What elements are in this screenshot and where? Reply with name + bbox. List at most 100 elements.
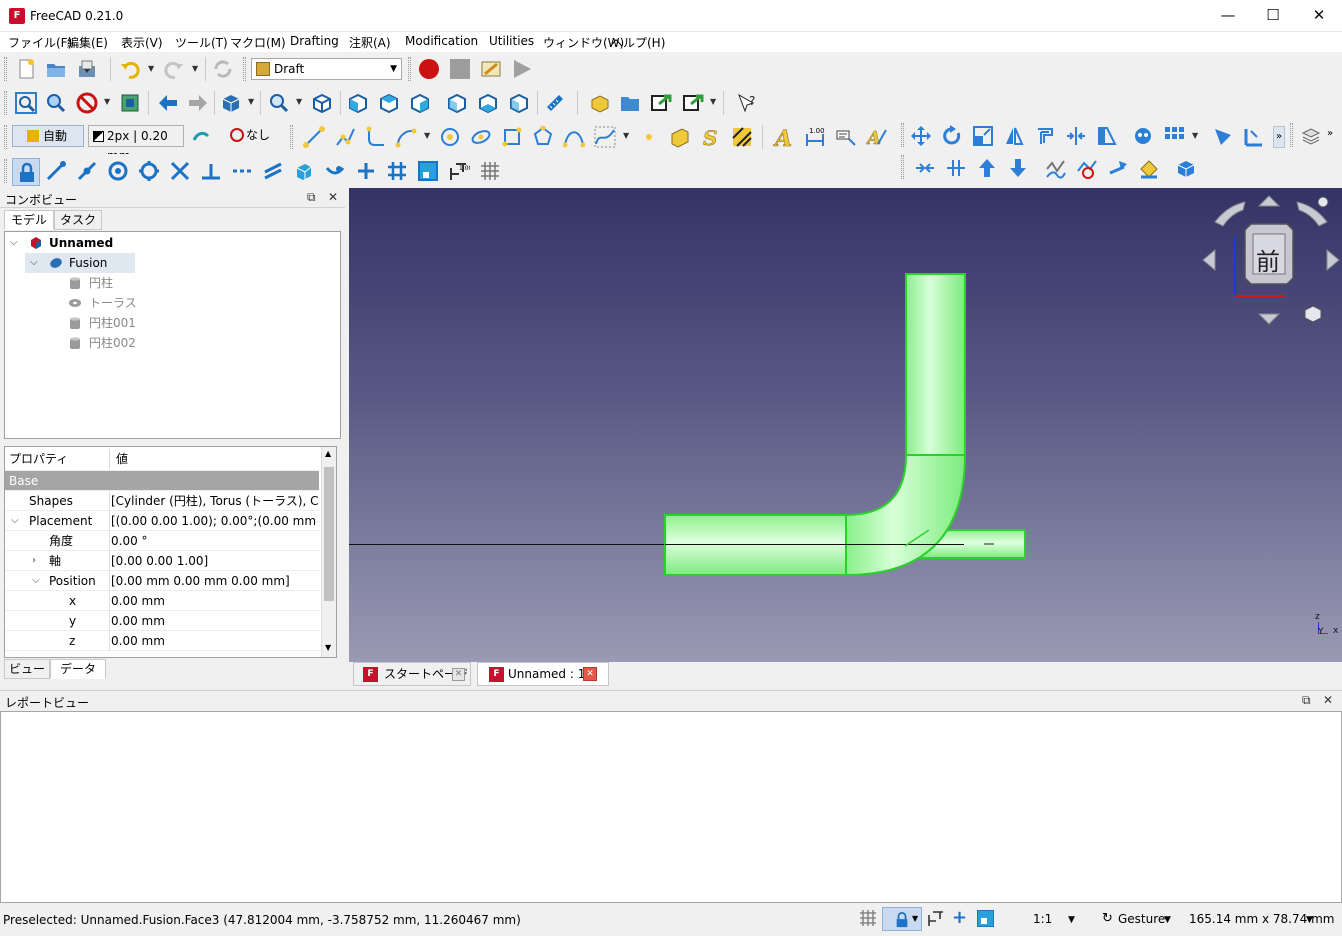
snap-extension-icon[interactable] [229,158,255,184]
offset-tool-icon[interactable] [1032,123,1058,149]
wire-to-bspline-icon[interactable] [1043,155,1069,181]
navigation-cube[interactable]: 前 [1201,192,1341,332]
line-tool-icon[interactable] [301,124,327,150]
rotate-left-icon[interactable] [1214,201,1246,227]
chevron-down-icon[interactable]: ⌵ [32,571,40,591]
stretch-tool-icon[interactable] [1094,123,1120,149]
zoom-icon[interactable] [266,90,292,116]
scrollbar-thumb[interactable] [324,467,334,601]
property-value[interactable]: [0.00 0.00 1.00] [109,551,319,571]
snap-near-icon[interactable] [322,158,348,184]
move-up-icon[interactable] [974,155,1000,181]
tab-unnamed-document[interactable]: F Unnamed : 1* ✕ [477,662,609,686]
property-value[interactable]: [(0.00 0.00 1.00); 0.00°;(0.00 mm 0.00 .… [109,511,319,531]
draw-style-dropdown-icon[interactable]: ▼ [104,97,110,106]
edit-macro-icon[interactable] [478,56,504,82]
link-actions-dropdown-icon[interactable]: ▼ [710,97,716,106]
dock-float-icon[interactable]: ⧉ [307,190,316,205]
status-grid-icon[interactable] [859,907,879,929]
array-dropdown-icon[interactable]: ▼ [1192,131,1198,140]
toolbar-grip[interactable] [243,57,246,81]
move-tool-icon[interactable] [908,123,934,149]
hatch-tool-icon[interactable] [729,124,755,150]
shape-2d-view-icon[interactable] [1136,155,1162,181]
minimize-button[interactable]: — [1205,0,1251,31]
arrow-down-icon[interactable] [1257,313,1281,325]
rotate-tool-icon[interactable] [939,123,965,149]
construction-mode-icon[interactable] [188,124,214,150]
close-window-button[interactable]: ✕ [1296,0,1342,31]
join-tool-icon[interactable] [912,155,938,181]
property-value[interactable]: 0.00 mm [109,611,319,631]
scroll-down-icon[interactable]: ▼ [325,643,331,652]
toolbar-grip[interactable] [901,123,904,147]
snap-working-plane-icon[interactable] [415,158,441,184]
property-row-shapes[interactable]: Shapes [Cylinder (円柱), Torus (トーラス), Cyl… [5,491,319,511]
property-scrollbar[interactable]: ▲ ▼ [321,447,336,657]
snap-lock-button[interactable] [12,158,40,186]
tree-item-fusion[interactable]: ⌵ Fusion [25,253,135,273]
close-tab-icon[interactable]: ✕ [452,668,465,681]
bezier-dropdown-icon[interactable]: ▼ [623,131,629,140]
dock-close-icon[interactable]: ✕ [1323,693,1333,707]
label-tool-icon[interactable] [833,124,859,150]
property-value[interactable]: [0.00 mm 0.00 mm 0.00 mm] [109,571,319,591]
downgrade-tool-icon[interactable] [1241,123,1267,149]
snap-perpendicular-icon[interactable] [198,158,224,184]
facebinder-tool-icon[interactable] [667,124,693,150]
open-document-icon[interactable] [43,56,69,82]
property-value[interactable]: [Cylinder (円柱), Torus (トーラス), Cylind... [109,491,319,511]
toolbar-grip[interactable] [4,91,7,115]
stop-macro-icon[interactable] [447,56,473,82]
chevron-down-icon[interactable]: ▼ [1306,915,1313,925]
rectangle-tool-icon[interactable] [499,124,525,150]
snap-endpoint-icon[interactable] [43,158,69,184]
property-row-x[interactable]: x 0.00 mm [5,591,319,611]
draw-style-icon[interactable] [74,90,100,116]
snap-parallel-icon[interactable] [260,158,286,184]
redo-icon[interactable] [161,56,187,82]
bspline-tool-icon[interactable] [561,124,587,150]
menu-macro[interactable]: マクロ(M) [230,34,286,51]
new-document-icon[interactable] [13,56,39,82]
undo-icon[interactable] [117,56,143,82]
array-tools-icon[interactable] [1161,123,1187,149]
save-document-icon[interactable] [74,56,100,82]
upgrade-tool-icon[interactable] [1210,123,1236,149]
bounding-box-icon[interactable] [117,90,143,116]
property-row-position[interactable]: ⌵ Position [0.00 mm 0.00 mm 0.00 mm] [5,571,319,591]
clone-tool-icon[interactable] [1130,123,1156,149]
rear-view-icon[interactable] [444,90,470,116]
workbench-selector[interactable]: Draft ▼ [251,58,402,80]
bottom-view-icon[interactable] [475,90,501,116]
layer-manager-icon[interactable] [1298,123,1324,149]
status-snap-dimensions-icon[interactable] [927,909,945,929]
tree-item-document[interactable]: ⌵ Unnamed [5,233,340,253]
shape-string-tool-icon[interactable]: S [698,124,724,150]
isometric-view-icon[interactable] [309,90,335,116]
split-tool-icon[interactable] [943,155,969,181]
status-snap-ortho-icon[interactable]: + [952,909,970,929]
toolbar-grip[interactable] [4,57,7,81]
polyline-tool-icon[interactable] [332,124,358,150]
whats-this-icon[interactable]: ? [734,90,760,116]
point-tool-icon[interactable] [636,124,662,150]
chevron-right-icon[interactable]: › [32,551,36,571]
working-plane-button[interactable]: 自動 [12,125,84,147]
undo-dropdown-icon[interactable]: ▼ [148,64,154,73]
property-row-axis[interactable]: › 軸 [0.00 0.00 1.00] [5,551,319,571]
chevron-down-icon[interactable]: ▼ [1068,915,1075,925]
arc-dropdown-icon[interactable]: ▼ [424,131,430,140]
run-macro-icon[interactable] [509,56,535,82]
status-scale[interactable]: 1:1 [1033,912,1052,926]
front-view-icon[interactable] [345,90,371,116]
view-menu-cube-icon[interactable] [1304,305,1322,323]
trimex-tool-icon[interactable] [1063,123,1089,149]
chevron-down-icon[interactable]: ▼ [1164,915,1171,925]
status-navigation-style[interactable]: Gesture [1118,912,1165,926]
arrow-up-icon[interactable] [1257,195,1281,207]
property-value[interactable]: 0.00 mm [109,591,319,611]
circle-tool-icon[interactable] [437,124,463,150]
autogroup-button[interactable]: なし [226,125,274,147]
3d-scene[interactable] [349,188,1342,662]
